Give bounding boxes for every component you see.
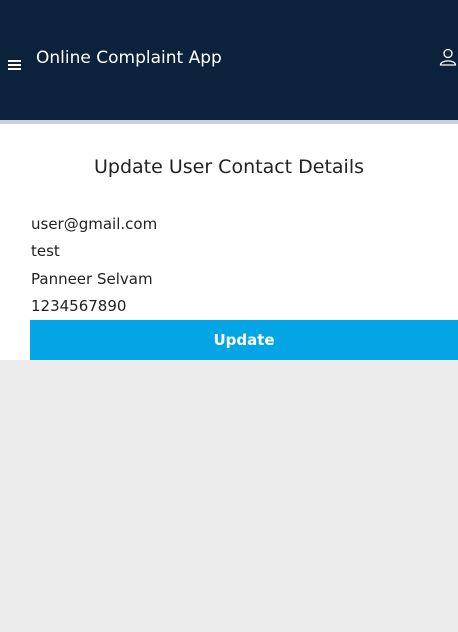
- update-button[interactable]: Update: [30, 320, 458, 360]
- password-field[interactable]: test: [31, 241, 60, 261]
- hamburger-menu-icon[interactable]: [8, 59, 22, 71]
- user-profile-icon[interactable]: [438, 47, 458, 67]
- app-header: Online Complaint App: [0, 0, 458, 120]
- phone-field[interactable]: 1234567890: [31, 296, 126, 316]
- page-title: Update User Contact Details: [93, 156, 365, 178]
- email-field[interactable]: user@gmail.com: [31, 214, 157, 234]
- app-title: Online Complaint App: [36, 48, 222, 68]
- name-field[interactable]: Panneer Selvam: [31, 269, 153, 289]
